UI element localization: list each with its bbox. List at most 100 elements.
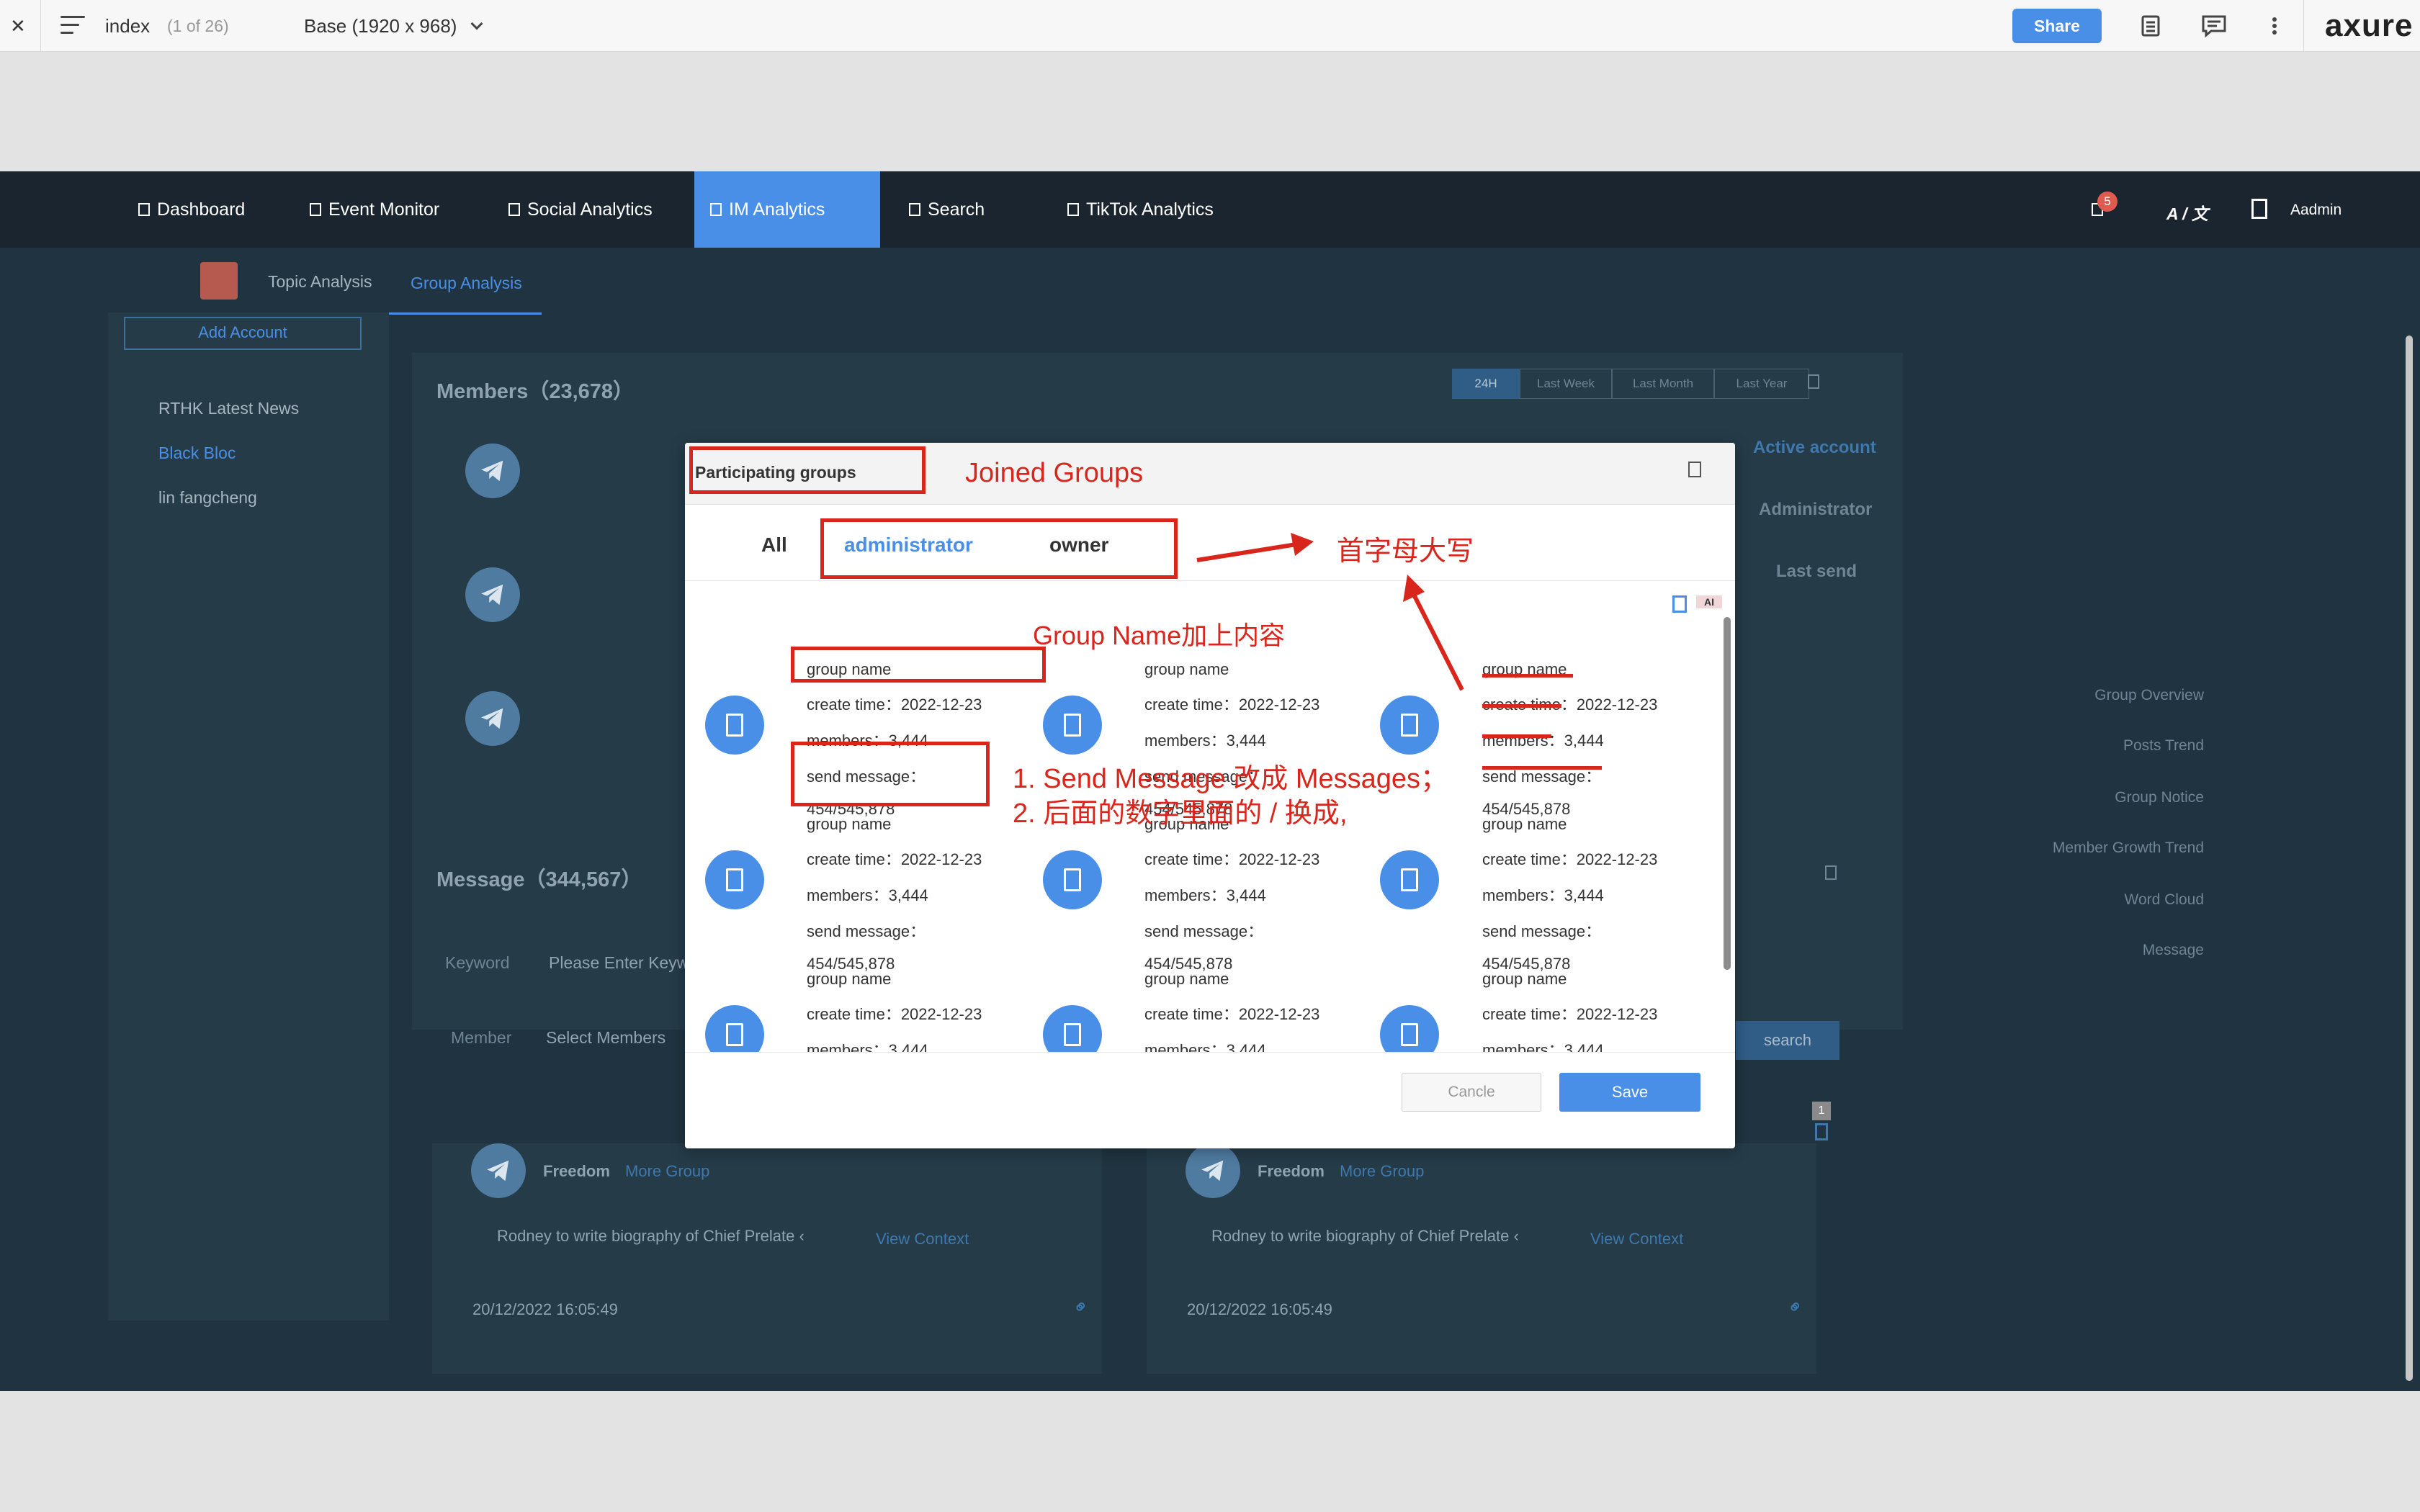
account-item[interactable]: lin fangcheng [121, 488, 366, 508]
page-scrollbar[interactable] [2406, 336, 2413, 1381]
page-name[interactable]: index [105, 0, 150, 52]
telegram-icon [465, 691, 520, 746]
search-button[interactable]: search [1736, 1021, 1839, 1060]
message-author[interactable]: Freedom [543, 1162, 610, 1181]
group-name: group name [807, 970, 892, 988]
subtab-topic-analysis[interactable]: Topic Analysis [268, 272, 372, 292]
message-card: Freedom More Group Rodney to write biogr… [1147, 1143, 1816, 1374]
group-card[interactable]: group name create time：2022-12-23 member… [1482, 660, 1657, 819]
group-card[interactable]: group name create time：2022-12-23 member… [807, 815, 982, 973]
add-account-button[interactable]: Add Account [124, 317, 362, 350]
subtab-group-analysis[interactable]: Group Analysis [411, 274, 522, 293]
annotation-underline [1482, 734, 1551, 738]
close-icon[interactable]: ✕ [10, 0, 26, 52]
right-nav-member-growth-trend[interactable]: Member Growth Trend [2053, 840, 2204, 857]
group-create-time: create time：2022-12-23 [1482, 1005, 1658, 1023]
nav-item-search[interactable]: Search [893, 171, 1000, 248]
filter-24h[interactable]: 24H [1452, 369, 1520, 399]
annotation-note-line2: 2. 后面的数字里面的 / 换成, [1013, 798, 1348, 829]
nav-item-tiktok-analytics[interactable]: TikTok Analytics [1052, 171, 1229, 248]
right-nav-group-notice[interactable]: Group Notice [2115, 789, 2204, 806]
filter-last-month[interactable]: Last Month [1612, 369, 1714, 399]
expand-icon[interactable] [1825, 865, 1837, 880]
group-icon [1380, 696, 1439, 755]
group-members: members：3,444 [1144, 886, 1266, 904]
nav-label: IM Analytics [729, 199, 825, 220]
share-button[interactable]: Share [2012, 9, 2102, 43]
group-icon [1043, 1005, 1102, 1052]
link-icon[interactable]: ⚭ [1067, 1294, 1094, 1320]
group-card[interactable]: group name create time：2022-12-23 member… [1482, 970, 1657, 1052]
keyword-input[interactable]: Please Enter Keyw [549, 953, 689, 973]
divider [2303, 0, 2304, 52]
cancel-button[interactable]: Cancle [1402, 1073, 1541, 1112]
message-time: 20/12/2022 16:05:49 [472, 1300, 618, 1318]
message-time: 20/12/2022 16:05:49 [1187, 1300, 1332, 1318]
administrator-label: Administrator [1759, 500, 1873, 519]
subtab-icon [200, 262, 238, 300]
view-context-link[interactable]: View Context [876, 1230, 969, 1248]
group-icon [1043, 850, 1102, 909]
comment-icon[interactable] [2201, 14, 2226, 38]
filter-last-year[interactable]: Last Year [1714, 369, 1809, 399]
group-card[interactable]: group name create time：2022-12-23 member… [1144, 970, 1319, 1052]
nav-label: Social Analytics [527, 199, 653, 220]
right-nav-message[interactable]: Message [2143, 942, 2204, 959]
menu-icon[interactable] [60, 16, 85, 36]
nav-label: Event Monitor [328, 199, 440, 220]
member-select[interactable]: Select Members [546, 1028, 666, 1048]
user-icon[interactable] [2251, 199, 2267, 219]
document-icon[interactable] [2139, 14, 2162, 37]
viewport-select[interactable]: Base (1920 x 968) [304, 0, 483, 52]
member-label: Member [451, 1028, 512, 1047]
message-author[interactable]: Freedom [1258, 1162, 1325, 1181]
more-vertical-icon[interactable] [2263, 14, 2286, 37]
user-menu[interactable]: Aadmin [2290, 202, 2341, 219]
save-button[interactable]: Save [1559, 1073, 1700, 1112]
add-account-label: Add Account [198, 323, 287, 341]
axure-logo: axure [2325, 8, 2414, 43]
last-send-label: Last send [1776, 562, 1857, 581]
expand-icon[interactable] [1808, 374, 1819, 389]
square-icon [909, 203, 920, 216]
group-create-time: create time：2022-12-23 [807, 696, 982, 714]
group-name: group name [1482, 970, 1567, 988]
group-create-time: create time：2022-12-23 [1482, 850, 1658, 868]
nav-item-event-monitor[interactable]: Event Monitor [294, 171, 455, 248]
group-create-time: create time：2022-12-23 [1144, 1005, 1320, 1023]
nav-item-social-analytics[interactable]: Social Analytics [493, 171, 668, 248]
tab-all[interactable]: All [761, 534, 787, 557]
account-item[interactable]: RTHK Latest News [121, 399, 366, 418]
members-title: Members（23,678） [436, 380, 635, 403]
group-create-time: create time：2022-12-23 [807, 850, 982, 868]
more-group-link[interactable]: More Group [625, 1162, 709, 1181]
close-icon[interactable] [1688, 462, 1701, 477]
language-toggle[interactable]: A / 文 [2166, 200, 2208, 225]
group-name: group name [1482, 815, 1567, 833]
square-icon [710, 203, 722, 216]
link-icon[interactable]: ⚭ [1782, 1294, 1809, 1320]
modal-scrollbar[interactable] [1724, 617, 1731, 970]
group-card[interactable]: group name create time：2022-12-23 member… [807, 970, 982, 1052]
right-nav-group-overview[interactable]: Group Overview [2094, 687, 2204, 704]
filter-last-week[interactable]: Last Week [1520, 369, 1612, 399]
group-card[interactable]: group name create time：2022-12-23 member… [1144, 815, 1319, 973]
right-nav-word-cloud[interactable]: Word Cloud [2125, 891, 2205, 909]
more-group-link[interactable]: More Group [1340, 1162, 1424, 1181]
bookmark-icon[interactable] [1815, 1123, 1828, 1140]
nav-label: Search [928, 199, 985, 220]
nav-item-im-analytics[interactable]: IM Analytics [694, 171, 880, 248]
right-nav-posts-trend[interactable]: Posts Trend [2123, 737, 2204, 755]
group-members: members：3,444 [807, 886, 928, 904]
square-icon [508, 203, 520, 216]
group-members: members：3,444 [1482, 732, 1604, 750]
nav-item-dashboard[interactable]: Dashboard [122, 171, 261, 248]
group-send-message: send message： [1144, 922, 1264, 940]
view-context-link[interactable]: View Context [1590, 1230, 1683, 1248]
group-card[interactable]: group name create time：2022-12-23 member… [1482, 815, 1657, 973]
annotation-box-tabs [820, 518, 1178, 579]
keyword-label: Keyword [445, 953, 510, 972]
group-members: members：3,444 [1144, 732, 1266, 750]
annotation-arrow-right [1196, 533, 1314, 562]
account-item[interactable]: Black Bloc [121, 444, 366, 463]
